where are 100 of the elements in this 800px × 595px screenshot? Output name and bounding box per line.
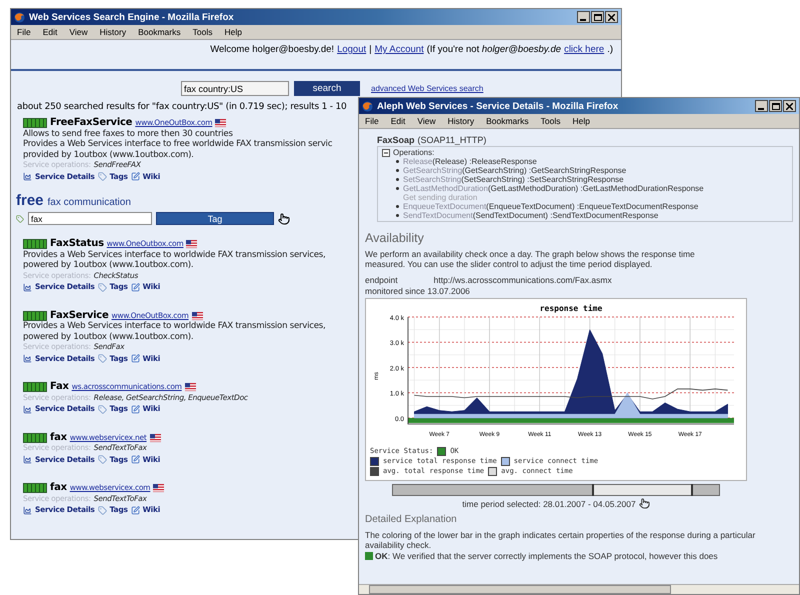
menu-item[interactable]: Bookmarks (486, 116, 529, 126)
browser-logo-icon (362, 100, 373, 112)
menu-item[interactable]: View (69, 27, 88, 37)
maximize-button[interactable] (591, 11, 604, 23)
menu-item[interactable]: History (100, 27, 126, 37)
menu-item[interactable]: History (448, 116, 474, 126)
tag-icon (98, 455, 107, 464)
menu-item[interactable]: Help (224, 27, 242, 37)
window-title: Web Services Search Engine - Mozilla Firefox (29, 12, 235, 22)
chart-icon (23, 404, 32, 414)
pencil-icon (130, 455, 140, 464)
operation-response: :SetSearchStringResponse (526, 175, 624, 184)
endpoint-url: http://ws.acrosscommunications.com/Fax.asmx (434, 275, 612, 285)
chart-icon (23, 506, 32, 515)
ok-label: OK (375, 551, 388, 561)
rating-meter (23, 118, 47, 128)
pencil-icon (130, 506, 140, 515)
menu-item[interactable]: Tools (540, 116, 560, 126)
operation-args: (Release) (432, 157, 468, 166)
tag-icon (98, 172, 107, 182)
tag-icon (98, 506, 107, 515)
welcome-text: Welcome holger@boesby.de! (210, 44, 334, 55)
tag-cloud-word[interactable]: free (16, 192, 44, 209)
operation-args: (SetSearchString) (461, 175, 525, 184)
close-button[interactable] (605, 11, 618, 23)
logout-link[interactable]: Logout (337, 44, 366, 55)
search-button[interactable]: search (294, 81, 360, 96)
menu-item[interactable]: Help (572, 116, 590, 126)
flag-icon (192, 312, 203, 320)
tag-button[interactable]: Tag (156, 212, 274, 225)
bullet-icon (396, 187, 399, 190)
service-description: Provides a Web Services interface to worldwide FAX transmission services, (23, 250, 326, 260)
menu-item[interactable]: View (417, 116, 436, 126)
chart-icon (23, 455, 32, 464)
menu-item[interactable]: File (17, 27, 31, 37)
chart-title: response time (540, 304, 602, 313)
rating-meter (23, 382, 47, 392)
search-field[interactable]: fax country:US (181, 81, 289, 96)
chart-icon (23, 354, 32, 364)
minimize-button[interactable] (577, 11, 590, 23)
bullet-icon (396, 205, 399, 208)
menu-item[interactable]: Bookmarks (138, 27, 181, 37)
tag-cloud-word[interactable]: fax communication (48, 197, 131, 208)
pencil-icon (130, 354, 140, 364)
tag-input-field[interactable]: fax (28, 212, 152, 225)
bullet-icon (396, 178, 399, 181)
slider-handle[interactable] (592, 484, 594, 496)
service-description: provided by 1outbox (www.1outbox.com). (23, 150, 194, 160)
close-icon (608, 14, 615, 20)
collapse-icon[interactable] (382, 148, 390, 156)
notice-end-text: .) (607, 44, 613, 55)
service-name: FreeFaxService (50, 118, 132, 128)
service-description: Provides a Web Services interface to free worldwide FAX transmission servic (23, 139, 332, 150)
bullet-icon (396, 160, 399, 163)
flag-icon (215, 119, 226, 128)
operation-response: :EnqueueTextDocumentResponse (576, 202, 698, 211)
endpoint-label: endpoint (365, 275, 398, 285)
operation-response: :SendTextDocumentResponse (549, 211, 658, 220)
tag-icon (98, 404, 107, 414)
maximize-button[interactable] (769, 100, 782, 112)
minimize-button[interactable] (755, 100, 768, 112)
operation-args: (GetSearchString) (462, 166, 527, 175)
operations-label: Operations: (393, 148, 434, 157)
chart-icon (23, 282, 32, 292)
flag-icon (153, 484, 164, 492)
rating-meter (23, 239, 47, 250)
tag-icon (98, 354, 107, 364)
tag-icon (16, 214, 24, 222)
rating-meter (23, 483, 47, 494)
advanced-search-link[interactable]: advanced Web Services search (371, 84, 484, 93)
service-description: powered by 1outbox (www.1outbox.com). (23, 332, 194, 342)
section-heading: Availability (365, 231, 424, 245)
chart-icon (23, 172, 32, 182)
menu-item[interactable]: Tools (192, 27, 212, 37)
time-range-slider[interactable] (392, 484, 720, 496)
operation-response: :GetSearchStringResponse (528, 166, 626, 175)
maximize-icon (772, 102, 780, 110)
pencil-icon (130, 282, 140, 292)
explanation-text: The coloring of the lower bar in the graph indicates certain properties of the response during a particular availability check. (365, 530, 756, 550)
menu-item[interactable]: File (365, 116, 379, 126)
flag-icon (184, 383, 196, 392)
menu-item[interactable]: Edit (42, 27, 58, 37)
menu-item[interactable]: Edit (390, 116, 406, 126)
operation-args: (SendTextDocument) (472, 211, 548, 220)
hand-cursor-icon (278, 212, 290, 224)
close-button[interactable] (783, 100, 796, 112)
results-summary: about 250 searched results for "fax country:US" (in 0.719 sec); results 1 - 10 (16, 101, 347, 112)
click-here-link[interactable]: click here (564, 44, 604, 55)
service-name: Fax (50, 382, 69, 392)
pencil-icon (130, 172, 140, 182)
tag-icon (98, 282, 107, 292)
service-description: powered by 1outbox (www.1outbox.com). (23, 260, 194, 270)
horizontal-scrollbar[interactable] (359, 584, 799, 594)
operation-response: :GetLastMethodDurationResponse (579, 184, 704, 193)
slider-handle[interactable] (691, 484, 694, 496)
service-name: fax (50, 483, 67, 494)
hand-cursor-icon (638, 498, 650, 509)
ok-explanation: : We verified that the server correctly implements the SOAP protocol, however this does (388, 551, 718, 561)
close-icon (786, 102, 793, 110)
account-link[interactable]: My Account (374, 44, 424, 55)
